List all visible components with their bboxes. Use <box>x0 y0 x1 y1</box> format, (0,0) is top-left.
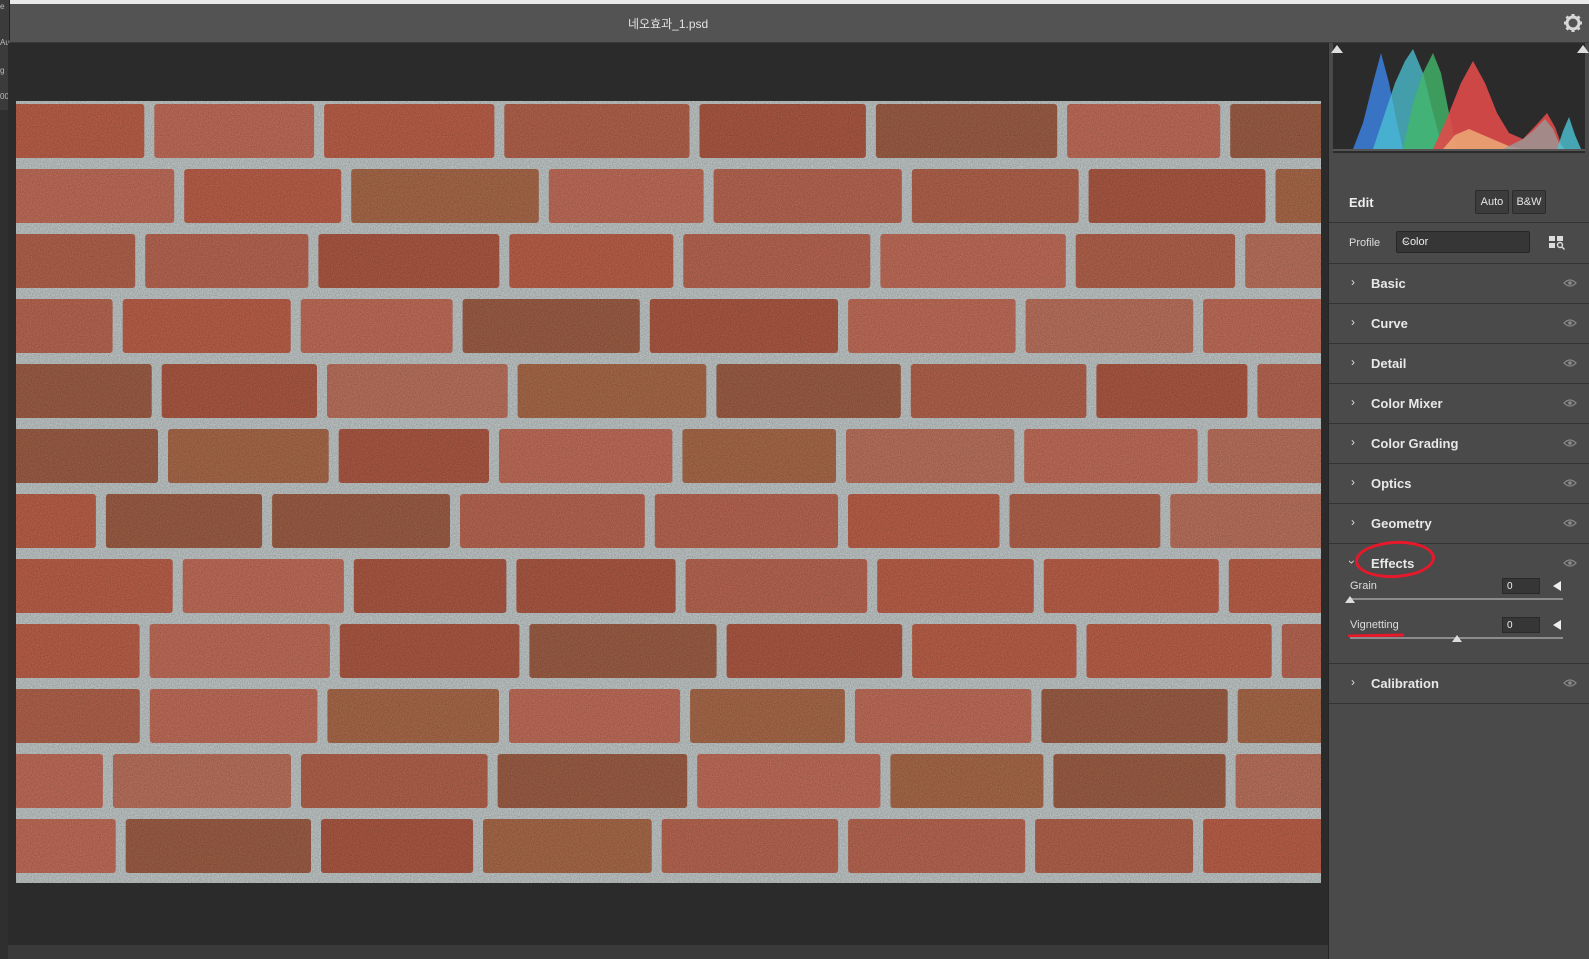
section-label: Color Mixer <box>1371 396 1443 411</box>
eye-icon[interactable] <box>1563 398 1577 408</box>
eye-icon[interactable] <box>1563 518 1577 528</box>
chevron-right-icon: › <box>1351 675 1355 689</box>
section-basic[interactable]: › Basic <box>1329 264 1589 304</box>
chevron-right-icon: › <box>1351 515 1355 529</box>
left-strip-text: g <box>0 66 5 75</box>
photo-preview[interactable] <box>16 101 1321 883</box>
left-strip-text: e <box>0 2 5 11</box>
chevron-right-icon: › <box>1351 435 1355 449</box>
vignetting-label: Vignetting <box>1350 619 1399 631</box>
grain-label: Grain <box>1350 580 1377 592</box>
chevron-down-icon: ⌄ <box>1402 235 1411 246</box>
eye-icon[interactable] <box>1563 318 1577 328</box>
section-label: Color Grading <box>1371 436 1459 451</box>
section-calibration[interactable]: › Calibration <box>1329 664 1589 704</box>
auto-button[interactable]: Auto <box>1475 190 1509 214</box>
section-color-mixer[interactable]: › Color Mixer <box>1329 384 1589 424</box>
chevron-right-icon: › <box>1351 395 1355 409</box>
section-label: Geometry <box>1371 516 1432 531</box>
section-curve[interactable]: › Curve <box>1329 304 1589 344</box>
eye-icon[interactable] <box>1563 358 1577 368</box>
profile-select[interactable]: Color ⌄ <box>1396 231 1530 253</box>
document-title: 네오효과_1.psd <box>628 17 709 31</box>
chevron-right-icon: › <box>1351 275 1355 289</box>
chevron-down-icon[interactable]: › <box>1345 560 1359 564</box>
section-color-grading[interactable]: › Color Grading <box>1329 424 1589 464</box>
eye-icon[interactable] <box>1563 678 1577 688</box>
eye-icon[interactable] <box>1563 478 1577 488</box>
grain-reset-icon[interactable] <box>1553 581 1561 591</box>
edit-label: Edit <box>1349 195 1374 210</box>
section-label: Optics <box>1371 476 1412 491</box>
vignetting-value-field[interactable]: 0 <box>1502 617 1540 633</box>
profile-row: Profile Color ⌄ <box>1329 223 1589 264</box>
grain-value-field[interactable]: 0 <box>1502 578 1540 594</box>
grain-slider-track[interactable] <box>1350 598 1563 600</box>
profile-browser-icon[interactable] <box>1549 236 1565 250</box>
eye-icon[interactable] <box>1563 558 1577 568</box>
gear-icon[interactable] <box>1563 13 1583 33</box>
histogram <box>1331 43 1589 153</box>
chevron-right-icon: › <box>1351 355 1355 369</box>
title-bar: 네오효과_1.psd <box>0 4 1589 43</box>
section-label[interactable]: Effects <box>1371 556 1414 571</box>
section-label: Calibration <box>1371 676 1439 691</box>
bw-button[interactable]: B&W <box>1512 190 1546 214</box>
histogram-graph <box>1333 49 1585 151</box>
vignetting-slider-thumb[interactable] <box>1451 635 1462 642</box>
section-geometry[interactable]: › Geometry <box>1329 504 1589 544</box>
section-label: Detail <box>1371 356 1407 371</box>
profile-label: Profile <box>1349 237 1381 249</box>
edit-header: Edit Auto B&W <box>1329 182 1589 223</box>
vignetting-reset-icon[interactable] <box>1553 620 1561 630</box>
eye-icon[interactable] <box>1563 438 1577 448</box>
section-optics[interactable]: › Optics <box>1329 464 1589 504</box>
section-label: Basic <box>1371 276 1406 291</box>
highlight-clipping-icon[interactable] <box>1577 45 1589 53</box>
status-bar <box>8 945 1328 959</box>
chevron-right-icon: › <box>1351 475 1355 489</box>
edit-panel: Edit Auto B&W Profile Color ⌄ › Basic › … <box>1328 43 1589 959</box>
shadow-clipping-icon[interactable] <box>1331 45 1343 53</box>
brick-wall-image <box>16 101 1321 883</box>
section-detail[interactable]: › Detail <box>1329 344 1589 384</box>
section-effects: › Effects Grain 0 Vignetting 0 <box>1329 538 1589 664</box>
texture-overlay <box>16 101 1321 883</box>
eye-icon[interactable] <box>1563 278 1577 288</box>
section-label: Curve <box>1371 316 1408 331</box>
chevron-right-icon: › <box>1351 315 1355 329</box>
grain-slider-thumb[interactable] <box>1345 596 1355 603</box>
